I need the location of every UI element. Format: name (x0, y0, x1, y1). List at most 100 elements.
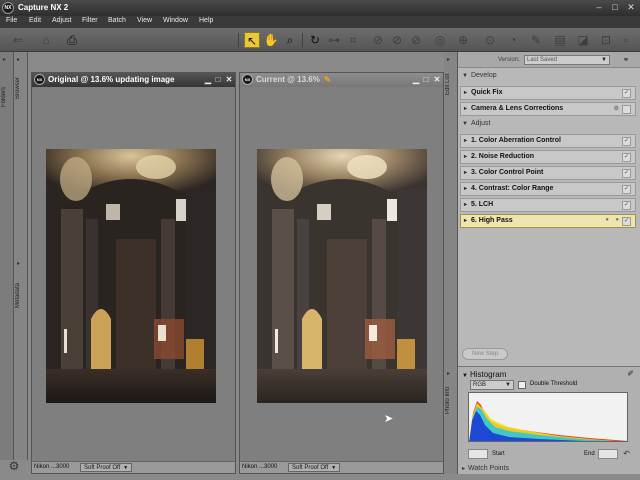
black-point-icon[interactable]: ⊕ (455, 32, 471, 48)
minimize-button[interactable]: – (592, 1, 606, 14)
watch-points-header[interactable]: ▸ Watch Points (462, 465, 509, 472)
step-quick-fix[interactable]: ▸ Quick Fix ✓ (460, 86, 636, 100)
collapse-arrow-icon[interactable]: ▸ (17, 56, 20, 63)
collapse-arrow-icon[interactable]: ▸ (17, 260, 20, 267)
window-maximize-icon[interactable]: □ (213, 74, 223, 85)
current-image-window[interactable]: NX Current @ 13.6% ✎ ▁ □ ✕ Nikon ...3000… (239, 72, 444, 474)
end-field[interactable] (598, 449, 618, 459)
menu-help[interactable]: Help (199, 17, 213, 24)
step-color-control-point[interactable]: ▸ 3. Color Control Point ✓ (460, 166, 636, 180)
step-contrast-color-range[interactable]: ▸ 4. Contrast: Color Range ✓ (460, 182, 636, 196)
menu-batch[interactable]: Batch (108, 17, 126, 24)
expand-arrow-icon[interactable]: ▸ (464, 105, 467, 112)
step-color-aberration-control[interactable]: ▸ 1. Color Aberration Control ✓ (460, 134, 636, 148)
step-checkbox[interactable]: ✓ (622, 89, 631, 98)
step-checkbox[interactable]: ✓ (622, 185, 631, 194)
maximize-button[interactable]: □ (608, 1, 622, 14)
collapse-arrow-icon[interactable]: ▸ (3, 56, 6, 63)
channel-dropdown[interactable]: RGB ▼ (470, 380, 514, 390)
tab-metadata[interactable]: Metadata (15, 270, 27, 320)
settings-icon[interactable]: ⚙ (614, 105, 619, 112)
expand-arrow-icon[interactable]: ▸ (464, 201, 467, 208)
reset-icon[interactable]: ↶ (623, 449, 630, 458)
expand-arrow-icon[interactable]: ▸ (464, 217, 467, 224)
step-checkbox[interactable] (622, 105, 631, 114)
original-window-titlebar[interactable]: NX Original @ 13.6% updating image ▁ □ ✕ (32, 73, 235, 87)
develop-section-header[interactable]: ▼ Develop (462, 72, 497, 79)
step-camera-lens-corrections[interactable]: ▸ Camera & Lens Corrections ⚙ (460, 102, 636, 116)
menu-filter[interactable]: Filter (82, 17, 98, 24)
new-step-button[interactable]: New Step (462, 348, 508, 360)
white-point-icon[interactable]: ⊙ (482, 32, 498, 48)
collapse-arrow-icon[interactable]: ▸ (447, 370, 450, 377)
close-button[interactable]: ✕ (624, 1, 638, 14)
red-eye-icon[interactable]: ⊘ (370, 32, 386, 48)
step-label: 3. Color Control Point (471, 169, 544, 176)
opacity-icon[interactable]: ● (605, 217, 609, 223)
step-checkbox[interactable]: ✓ (622, 153, 631, 162)
expand-arrow-icon[interactable]: ▸ (464, 185, 467, 192)
window-minimize-icon[interactable]: ▁ (411, 74, 421, 85)
more-icon[interactable]: ▫ (618, 32, 634, 48)
pencil-icon: ✎ (323, 75, 331, 84)
rotate-icon[interactable]: ↻ (307, 32, 323, 48)
current-window-titlebar[interactable]: NX Current @ 13.6% ✎ ▁ □ ✕ (240, 73, 443, 87)
original-image-window[interactable]: NX Original @ 13.6% updating image ▁ □ ✕ (31, 72, 236, 474)
soft-proof-dropdown[interactable]: Soft Proof Off ▼ (288, 463, 341, 472)
tab-folders[interactable]: Folders (1, 72, 13, 122)
start-label: Start (492, 451, 505, 457)
neutral-point-icon[interactable]: ◔ (505, 32, 521, 48)
menu-view[interactable]: View (137, 17, 152, 24)
window-close-icon[interactable]: ✕ (224, 74, 234, 85)
version-label: Version: (498, 57, 520, 63)
eyedropper-icon[interactable]: ✐ (627, 369, 634, 378)
version-dropdown[interactable]: Last Saved ▼ (524, 55, 610, 65)
step-high-pass[interactable]: ▸ 6. High Pass ● ● ✓ (460, 214, 636, 228)
adjust-section-header[interactable]: ▼ Adjust (462, 120, 490, 127)
select-arrow-icon[interactable]: ↖ (244, 32, 260, 48)
brush-icon[interactable]: ✎ (528, 32, 544, 48)
tab-edit-list[interactable]: Edit List (445, 66, 457, 102)
straighten-icon[interactable]: ⊶ (326, 32, 342, 48)
expand-arrow-icon[interactable]: ▸ (464, 153, 467, 160)
window-minimize-icon[interactable]: ▁ (203, 74, 213, 85)
step-checkbox[interactable]: ✓ (622, 217, 631, 226)
step-checkbox[interactable]: ✓ (622, 201, 631, 210)
step-checkbox[interactable]: ✓ (622, 169, 631, 178)
hand-icon[interactable]: ✋ (263, 32, 279, 48)
step-lch[interactable]: ▸ 5. LCH ✓ (460, 198, 636, 212)
menu-file[interactable]: File (6, 17, 17, 24)
expand-arrow-icon[interactable]: ▸ (464, 169, 467, 176)
tab-browser[interactable]: Browser (15, 68, 27, 108)
menu-edit[interactable]: Edit (29, 17, 41, 24)
expand-arrow-icon[interactable]: ▸ (464, 137, 467, 144)
menu-window[interactable]: Window (163, 17, 188, 24)
link-icon[interactable]: ⚭ (620, 55, 632, 65)
inbox-icon[interactable]: ⎙ (64, 32, 80, 48)
window-close-icon[interactable]: ✕ (432, 74, 442, 85)
fill-icon[interactable]: ◪ (575, 32, 591, 48)
window-maximize-icon[interactable]: □ (421, 74, 431, 85)
back-icon[interactable]: ⇐ (10, 32, 26, 48)
auto-retouch-icon[interactable]: ⊘ (389, 32, 405, 48)
step-checkbox[interactable]: ✓ (622, 137, 631, 146)
expand-arrow-icon[interactable]: ▸ (464, 89, 467, 96)
crop-icon[interactable]: ⌗ (345, 32, 361, 48)
start-field[interactable] (468, 449, 488, 459)
expand-arrow-icon: ▸ (462, 466, 466, 472)
mask-icon[interactable]: ● (615, 217, 619, 223)
color-control-point-icon[interactable]: ◎ (432, 32, 448, 48)
camera-icon[interactable]: ⌂ (38, 32, 54, 48)
histogram-header[interactable]: ▼ Histogram (462, 370, 506, 379)
collapse-arrow-icon[interactable]: ▸ (447, 56, 450, 63)
double-threshold-checkbox[interactable] (518, 381, 526, 389)
workspace-icon[interactable]: ⚙ (4, 456, 24, 476)
menu-adjust[interactable]: Adjust (52, 17, 71, 24)
zoom-icon[interactable]: ⌕ (282, 32, 298, 48)
fit-icon[interactable]: ⊡ (598, 32, 614, 48)
step-noise-reduction[interactable]: ▸ 2. Noise Reduction ✓ (460, 150, 636, 164)
lasso-icon[interactable]: ⊘ (408, 32, 424, 48)
tab-photo-info[interactable]: Photo Info (445, 380, 457, 420)
gradient-icon[interactable]: ▤ (552, 32, 568, 48)
soft-proof-dropdown[interactable]: Soft Proof Off ▼ (80, 463, 133, 472)
